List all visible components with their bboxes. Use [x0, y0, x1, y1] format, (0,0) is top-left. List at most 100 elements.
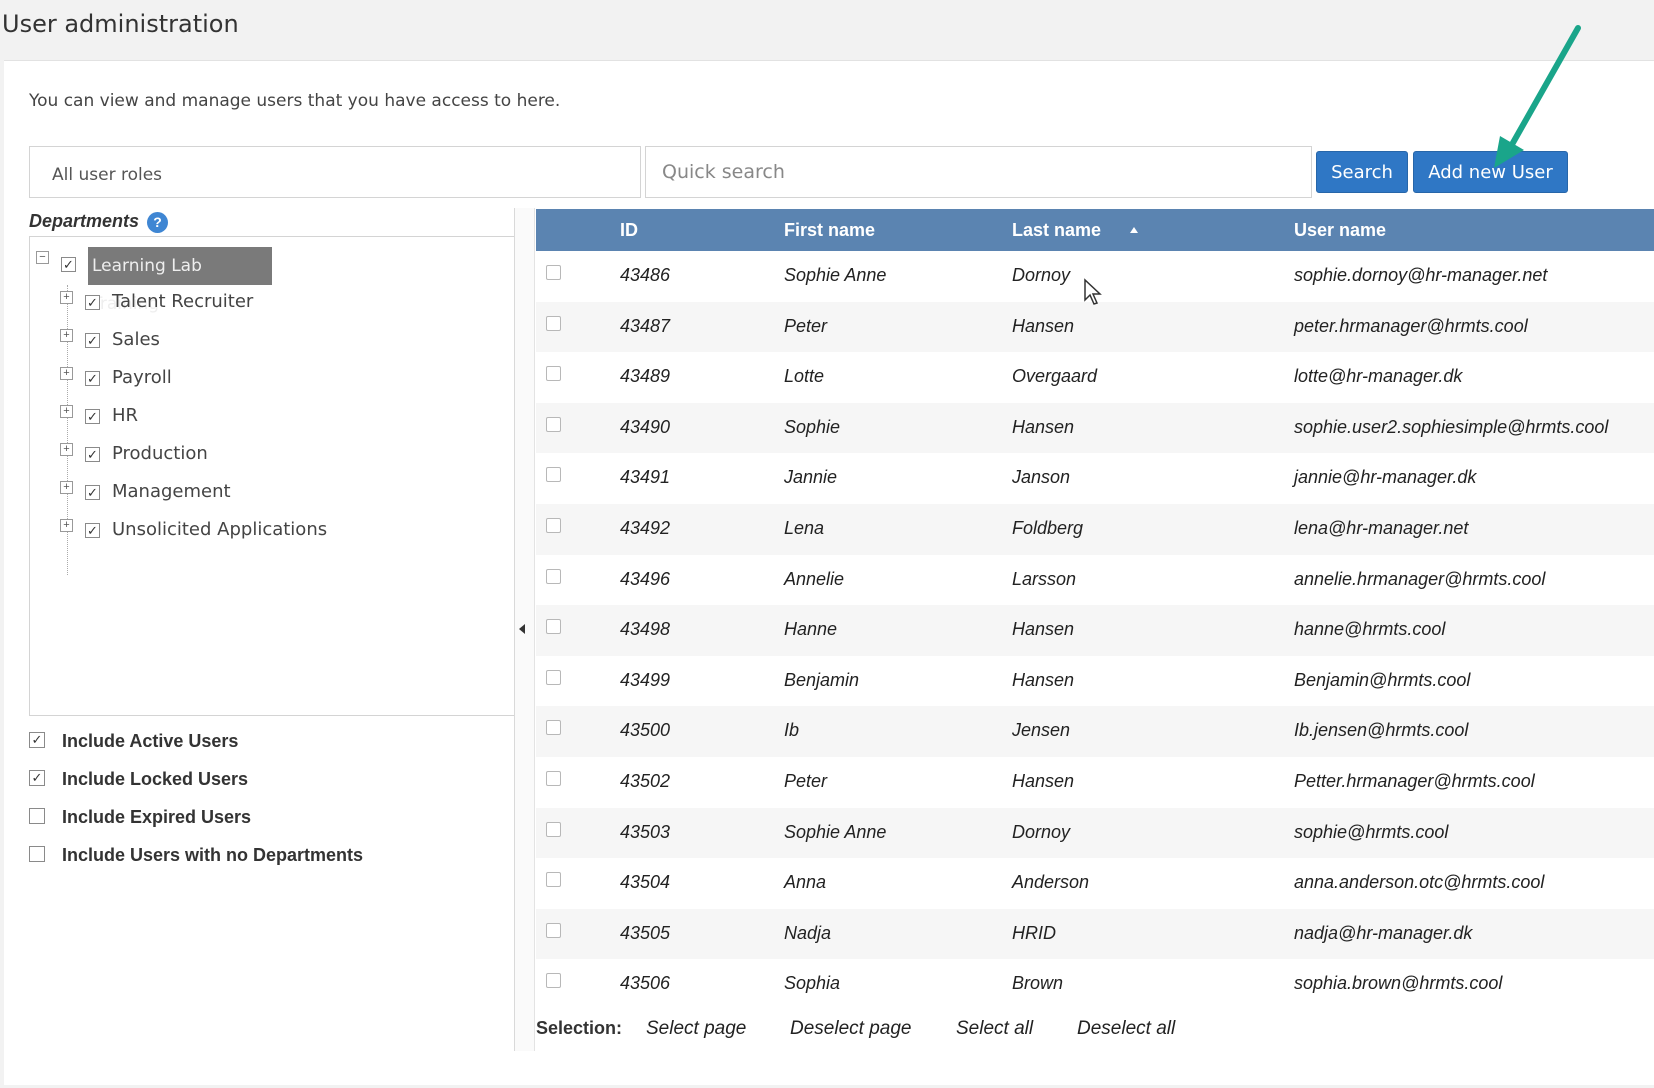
- cell-last-name: Anderson: [1012, 872, 1090, 893]
- option-label[interactable]: Include Active Users: [62, 731, 238, 752]
- table-row[interactable]: 43506 Sophia Brown sophia.brown@hrmts.cool: [536, 959, 1654, 1010]
- cell-user-name: Petter.hrmanager@hrmts.cool: [1294, 770, 1535, 791]
- option-label[interactable]: Include Expired Users: [62, 807, 251, 828]
- select-page-link[interactable]: Select page: [646, 1018, 746, 1040]
- cell-first-name: Hanne: [784, 619, 838, 640]
- table-row[interactable]: 43492 Lena Foldberg lena@hr-manager.net: [536, 503, 1654, 555]
- tree-node[interactable]: + ✓ Sales: [60, 323, 460, 353]
- cell-user-name: Ib.jensen@hrmts.cool: [1294, 720, 1469, 741]
- tree-node[interactable]: + ✓ Payroll: [60, 361, 460, 391]
- deselect-all-link[interactable]: Deselect all: [1077, 1018, 1175, 1040]
- checkmark-icon[interactable]: ✓: [61, 257, 76, 272]
- tree-node[interactable]: + ✓ Management: [60, 475, 460, 505]
- row-checkbox[interactable]: [546, 416, 561, 432]
- tree-expand-icon[interactable]: +: [60, 291, 73, 304]
- checkmark-icon[interactable]: ✓: [85, 485, 100, 500]
- checkbox[interactable]: ✓: [29, 732, 45, 748]
- table-row[interactable]: 43504 Anna Anderson anna.anderson.otc@hrmts…: [536, 858, 1654, 909]
- checkbox[interactable]: [29, 846, 45, 862]
- row-checkbox[interactable]: [546, 872, 561, 888]
- table-row[interactable]: 43502 Peter Hansen Petter.hrmanager@hrmts.c…: [536, 756, 1654, 808]
- row-checkbox[interactable]: [546, 517, 561, 533]
- cell-first-name: Annelie: [784, 568, 845, 589]
- cell-id: 43489: [620, 366, 671, 387]
- help-icon[interactable]: ?: [147, 212, 168, 233]
- column-header-first-name[interactable]: First name: [784, 220, 875, 241]
- tree-node-root[interactable]: − ✓ Learning Lab Training: [36, 247, 296, 314]
- user-role-select[interactable]: All user roles: [29, 146, 641, 198]
- tree-node[interactable]: + ✓ Talent Recruiter: [60, 285, 460, 315]
- row-checkbox[interactable]: [546, 669, 561, 685]
- option-include-locked-users[interactable]: ✓ Include Locked Users: [29, 766, 449, 796]
- cell-user-name: sophie.user2.sophiesimple@hrmts.cool: [1294, 416, 1609, 437]
- tree-expand-icon[interactable]: +: [60, 443, 73, 456]
- tree-expand-icon[interactable]: +: [60, 405, 73, 418]
- tree-node[interactable]: + ✓ Unsolicited Applications: [60, 513, 460, 543]
- option-include-expired-users[interactable]: Include Expired Users: [29, 804, 449, 834]
- tree-node-label[interactable]: Payroll: [112, 367, 172, 388]
- tree-node-label[interactable]: HR: [112, 405, 138, 426]
- row-checkbox[interactable]: [546, 315, 561, 331]
- option-include-active-users[interactable]: ✓ Include Active Users: [29, 728, 449, 758]
- checkbox[interactable]: ✓: [29, 770, 45, 786]
- tree-node-label[interactable]: Talent Recruiter: [112, 291, 253, 312]
- table-row[interactable]: 43505 Nadja HRID nadja@hr-manager.dk: [536, 908, 1654, 960]
- option-label[interactable]: Include Users with no Departments: [62, 845, 363, 866]
- tree-node-label[interactable]: Learning Lab Training: [88, 247, 272, 314]
- table-row[interactable]: 43496 Annelie Larsson annelie.hrmanager@hrm…: [536, 554, 1654, 606]
- checkmark-icon[interactable]: ✓: [85, 371, 100, 386]
- row-checkbox[interactable]: [546, 720, 561, 736]
- checkmark-icon[interactable]: ✓: [85, 447, 100, 462]
- table-row[interactable]: 43500 Ib Jensen Ib.jensen@hrmts.cool: [536, 706, 1654, 757]
- row-checkbox[interactable]: [546, 770, 561, 786]
- row-checkbox[interactable]: [546, 265, 561, 280]
- table-row[interactable]: 43503 Sophie Anne Dornoy sophie@hrmts.cool: [536, 807, 1654, 859]
- row-checkbox[interactable]: [546, 973, 561, 989]
- row-checkbox[interactable]: [546, 568, 561, 584]
- tree-node[interactable]: + ✓ Production: [60, 437, 460, 467]
- column-header-last-name[interactable]: Last name: [1012, 220, 1101, 241]
- panel-splitter[interactable]: [514, 208, 535, 1051]
- tree-expand-icon[interactable]: +: [60, 519, 73, 532]
- tree-node-label[interactable]: Production: [112, 443, 208, 464]
- table-row[interactable]: 43490 Sophie Hansen sophie.user2.sophiesimp…: [536, 402, 1654, 454]
- table-row[interactable]: 43499 Benjamin Hansen Benjamin@hrmts.cool: [536, 655, 1654, 707]
- table-row[interactable]: 43489 Lotte Overgaard lotte@hr-manager.dk: [536, 352, 1654, 403]
- checkmark-icon[interactable]: ✓: [85, 333, 100, 348]
- table-row[interactable]: 43491 Jannie Janson jannie@hr-manager.dk: [536, 453, 1654, 504]
- row-checkbox[interactable]: [546, 619, 561, 635]
- checkmark-icon[interactable]: ✓: [85, 295, 100, 310]
- row-checkbox[interactable]: [546, 366, 561, 382]
- tree-node-label[interactable]: Management: [112, 481, 231, 502]
- option-label[interactable]: Include Locked Users: [62, 769, 248, 790]
- checkmark-icon[interactable]: ✓: [85, 409, 100, 424]
- column-header-user-name[interactable]: User name: [1294, 220, 1386, 241]
- row-checkbox[interactable]: [546, 922, 561, 938]
- tree-expand-icon[interactable]: +: [60, 329, 73, 342]
- checkbox[interactable]: [29, 808, 45, 824]
- quick-search-input[interactable]: [645, 146, 1312, 198]
- tree-node-label[interactable]: Sales: [112, 329, 160, 350]
- sort-ascending-icon[interactable]: [1130, 227, 1138, 233]
- tree-expand-icon[interactable]: +: [60, 481, 73, 494]
- search-button[interactable]: Search: [1316, 151, 1408, 193]
- checkmark-icon[interactable]: ✓: [85, 523, 100, 538]
- tree-node[interactable]: + ✓ HR: [60, 399, 460, 429]
- cell-last-name: Dornoy: [1012, 821, 1071, 842]
- table-row[interactable]: 43498 Hanne Hansen hanne@hrmts.cool: [536, 605, 1654, 656]
- column-header-id[interactable]: ID: [620, 220, 638, 241]
- option-include-no-departments[interactable]: Include Users with no Departments: [29, 842, 449, 872]
- row-checkbox[interactable]: [546, 821, 561, 837]
- tree-node-label[interactable]: Unsolicited Applications: [112, 519, 327, 540]
- row-checkbox[interactable]: [546, 467, 561, 483]
- cell-id: 43491: [620, 467, 671, 488]
- cell-first-name: Peter: [784, 770, 828, 791]
- tree-collapse-icon[interactable]: −: [36, 251, 49, 264]
- departments-tree: − ✓ Learning Lab Training + ✓ Talent Rec…: [29, 236, 515, 716]
- collapse-left-icon[interactable]: [519, 624, 525, 634]
- deselect-page-link[interactable]: Deselect page: [790, 1018, 911, 1040]
- select-all-link[interactable]: Select all: [956, 1018, 1033, 1040]
- table-row[interactable]: 43487 Peter Hansen peter.hrmanager@hrmts.co…: [536, 301, 1654, 353]
- cell-last-name: Jensen: [1012, 720, 1071, 741]
- tree-expand-icon[interactable]: +: [60, 367, 73, 380]
